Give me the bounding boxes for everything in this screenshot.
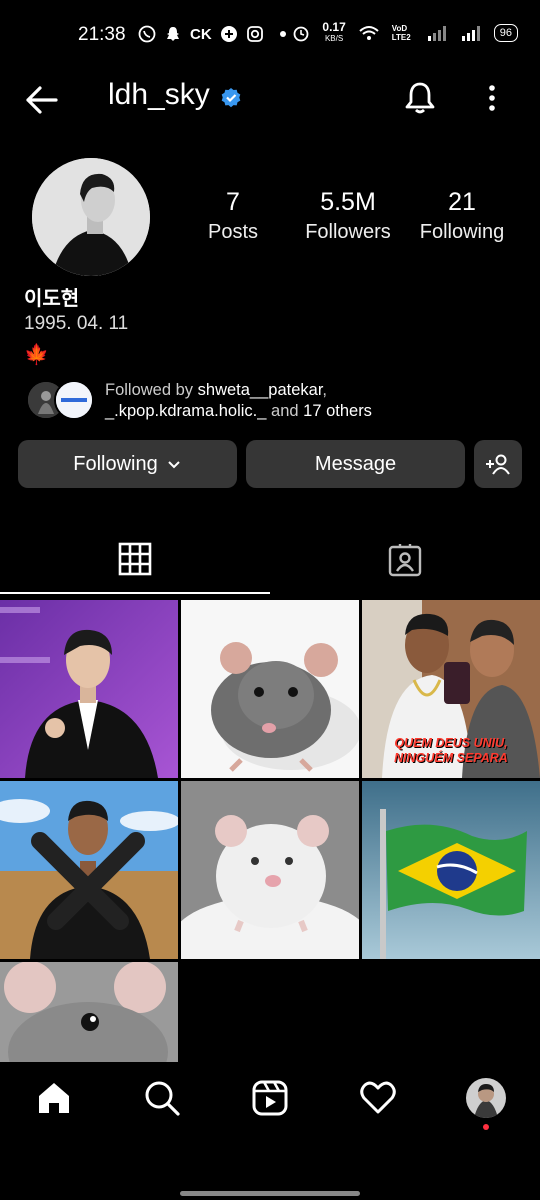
snapchat-icon <box>167 27 179 41</box>
post-tile[interactable] <box>181 600 359 778</box>
chevron-down-icon <box>168 461 180 469</box>
wifi-icon <box>359 26 379 40</box>
post-tile[interactable] <box>181 781 359 959</box>
status-bar: 21:38 CK 0.17 KB/S VoD LTE2 96 <box>0 0 540 72</box>
home-icon[interactable] <box>34 1078 74 1118</box>
back-arrow-icon[interactable] <box>22 80 62 120</box>
posts-count[interactable]: 7 Posts <box>200 188 266 244</box>
whatsapp-icon <box>138 25 156 43</box>
dot-icon <box>279 31 286 37</box>
post-image <box>181 781 359 959</box>
post-image <box>362 781 540 959</box>
message-button[interactable]: Message <box>246 440 465 488</box>
more-options-icon[interactable] <box>478 82 506 116</box>
following-count[interactable]: 21 Following <box>412 188 512 244</box>
signal-icon-2 <box>461 26 480 41</box>
post-tile[interactable] <box>362 781 540 959</box>
post-image <box>181 600 359 778</box>
battery-indicator: 96 <box>493 24 518 42</box>
active-tab-indicator <box>0 592 270 594</box>
post-image <box>0 600 178 778</box>
notification-icons: CK <box>138 25 286 43</box>
grid-tab-icon[interactable] <box>118 542 152 576</box>
post-tile[interactable] <box>0 600 178 778</box>
mutual-followers-avatars[interactable] <box>26 380 96 420</box>
profile-bio: 1995. 04. 11 <box>24 313 129 334</box>
system-icons: 0.17 KB/S VoD LTE2 96 <box>292 20 518 44</box>
alarm-icon <box>293 26 309 42</box>
post-image <box>0 962 178 1062</box>
signal-icon <box>427 26 446 41</box>
maple-leaf-icon: 🍁 <box>24 344 49 366</box>
gallery-icon <box>220 26 237 42</box>
activity-heart-icon[interactable] <box>358 1078 398 1118</box>
status-time: 21:38 <box>78 24 126 45</box>
post-caption-overlay: QUEM DEUS UNIU, NINGUÉM SEPARA <box>394 736 508 765</box>
volte-badge: VoD LTE2 <box>391 24 411 42</box>
profile-avatar[interactable] <box>32 158 150 276</box>
profile-name: 이도현 <box>24 288 80 310</box>
net-speed: 0.17 KB/S <box>322 20 346 43</box>
search-icon[interactable] <box>142 1078 182 1118</box>
post-tile[interactable] <box>0 962 178 1062</box>
notification-bell-icon[interactable] <box>402 80 438 116</box>
avatar-photo <box>32 158 150 276</box>
followed-by-text[interactable]: Followed by shweta__patekar, _.kpop.kdra… <box>105 380 525 422</box>
reels-icon[interactable] <box>250 1078 290 1118</box>
post-tile[interactable] <box>0 781 178 959</box>
ck-icon: CK <box>190 25 212 43</box>
post-tile[interactable]: QUEM DEUS UNIU, NINGUÉM SEPARA <box>362 600 540 778</box>
verified-badge-icon <box>221 88 241 108</box>
profile-tab-photo <box>466 1078 506 1118</box>
notification-dot <box>483 1124 489 1130</box>
profile-username: ldh_sky <box>108 78 210 111</box>
suggested-users-button[interactable] <box>474 440 522 488</box>
post-image <box>0 781 178 959</box>
followers-count[interactable]: 5.5M Followers <box>300 188 396 244</box>
home-indicator <box>180 1191 360 1196</box>
instagram-icon <box>246 26 263 42</box>
profile-tab-avatar[interactable] <box>466 1078 506 1118</box>
following-button[interactable]: Following <box>18 440 237 488</box>
add-user-icon <box>486 454 510 475</box>
tagged-tab-icon[interactable] <box>388 543 422 577</box>
mutual-avatar-2 <box>54 380 94 420</box>
